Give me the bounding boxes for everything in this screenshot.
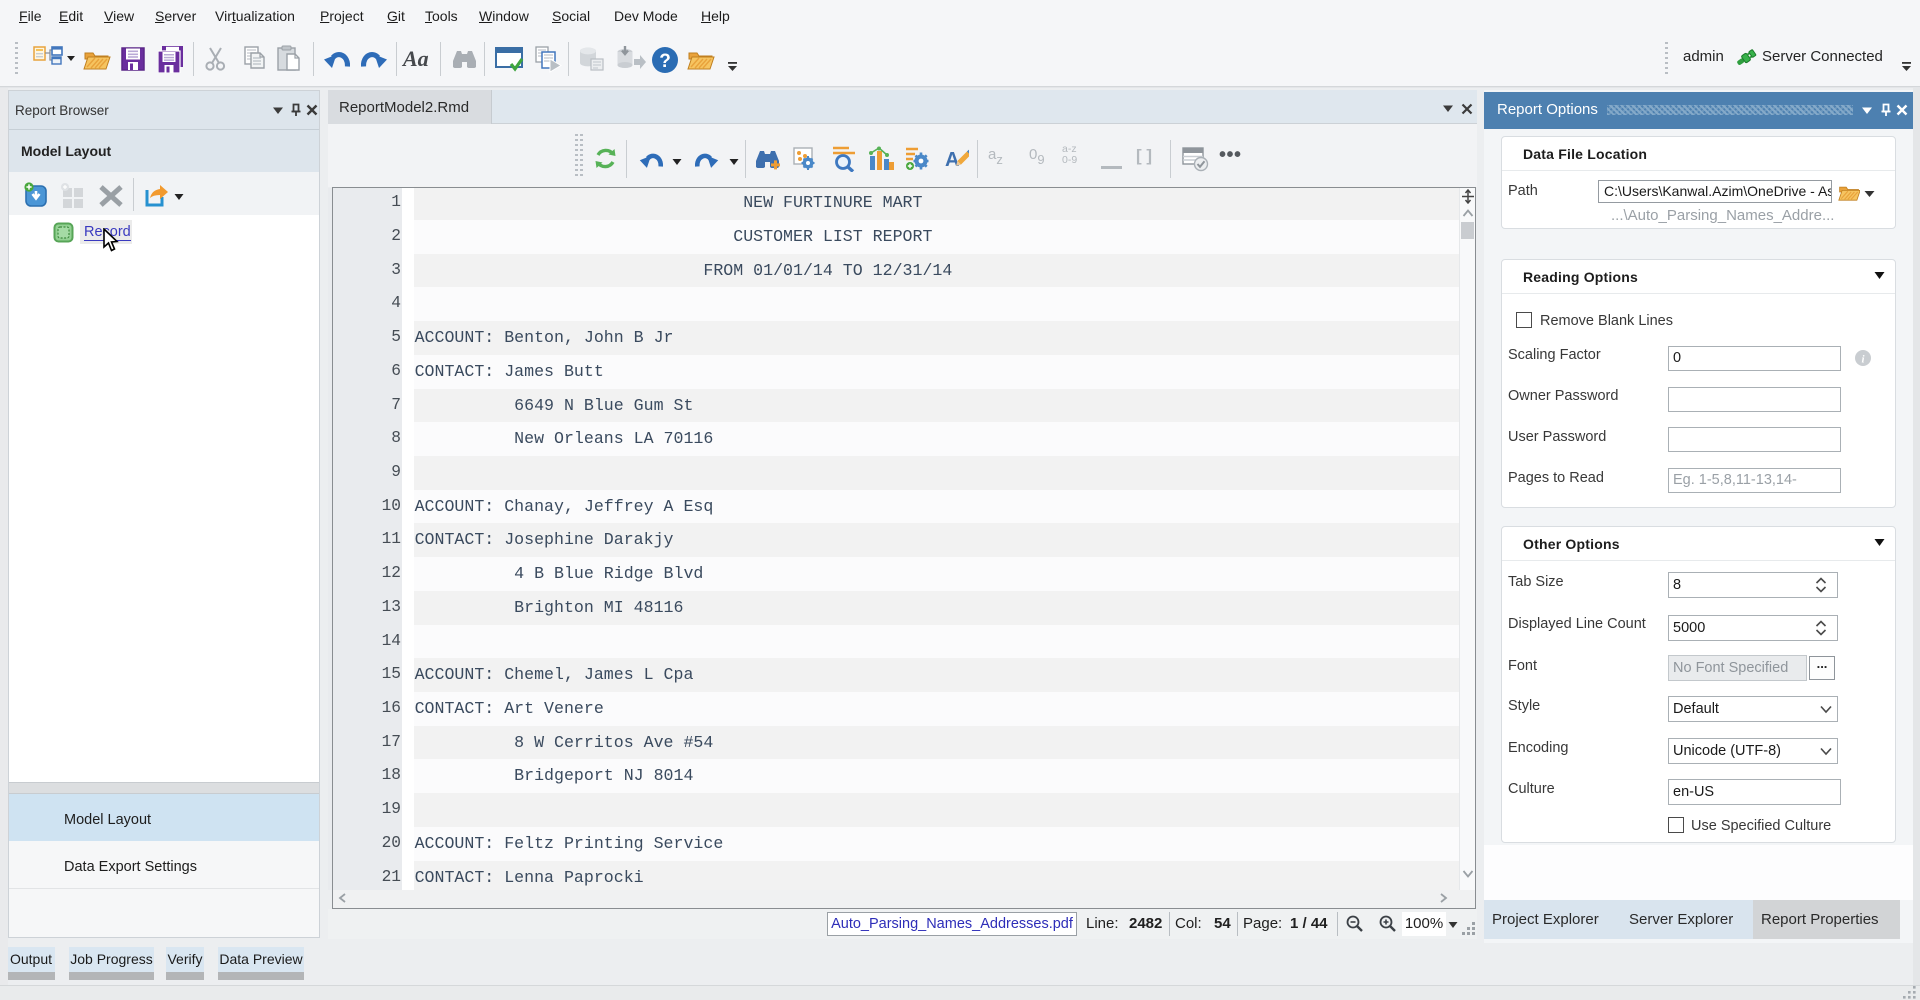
svg-text:?: ? bbox=[659, 51, 671, 72]
svg-text:A: A bbox=[945, 149, 959, 171]
